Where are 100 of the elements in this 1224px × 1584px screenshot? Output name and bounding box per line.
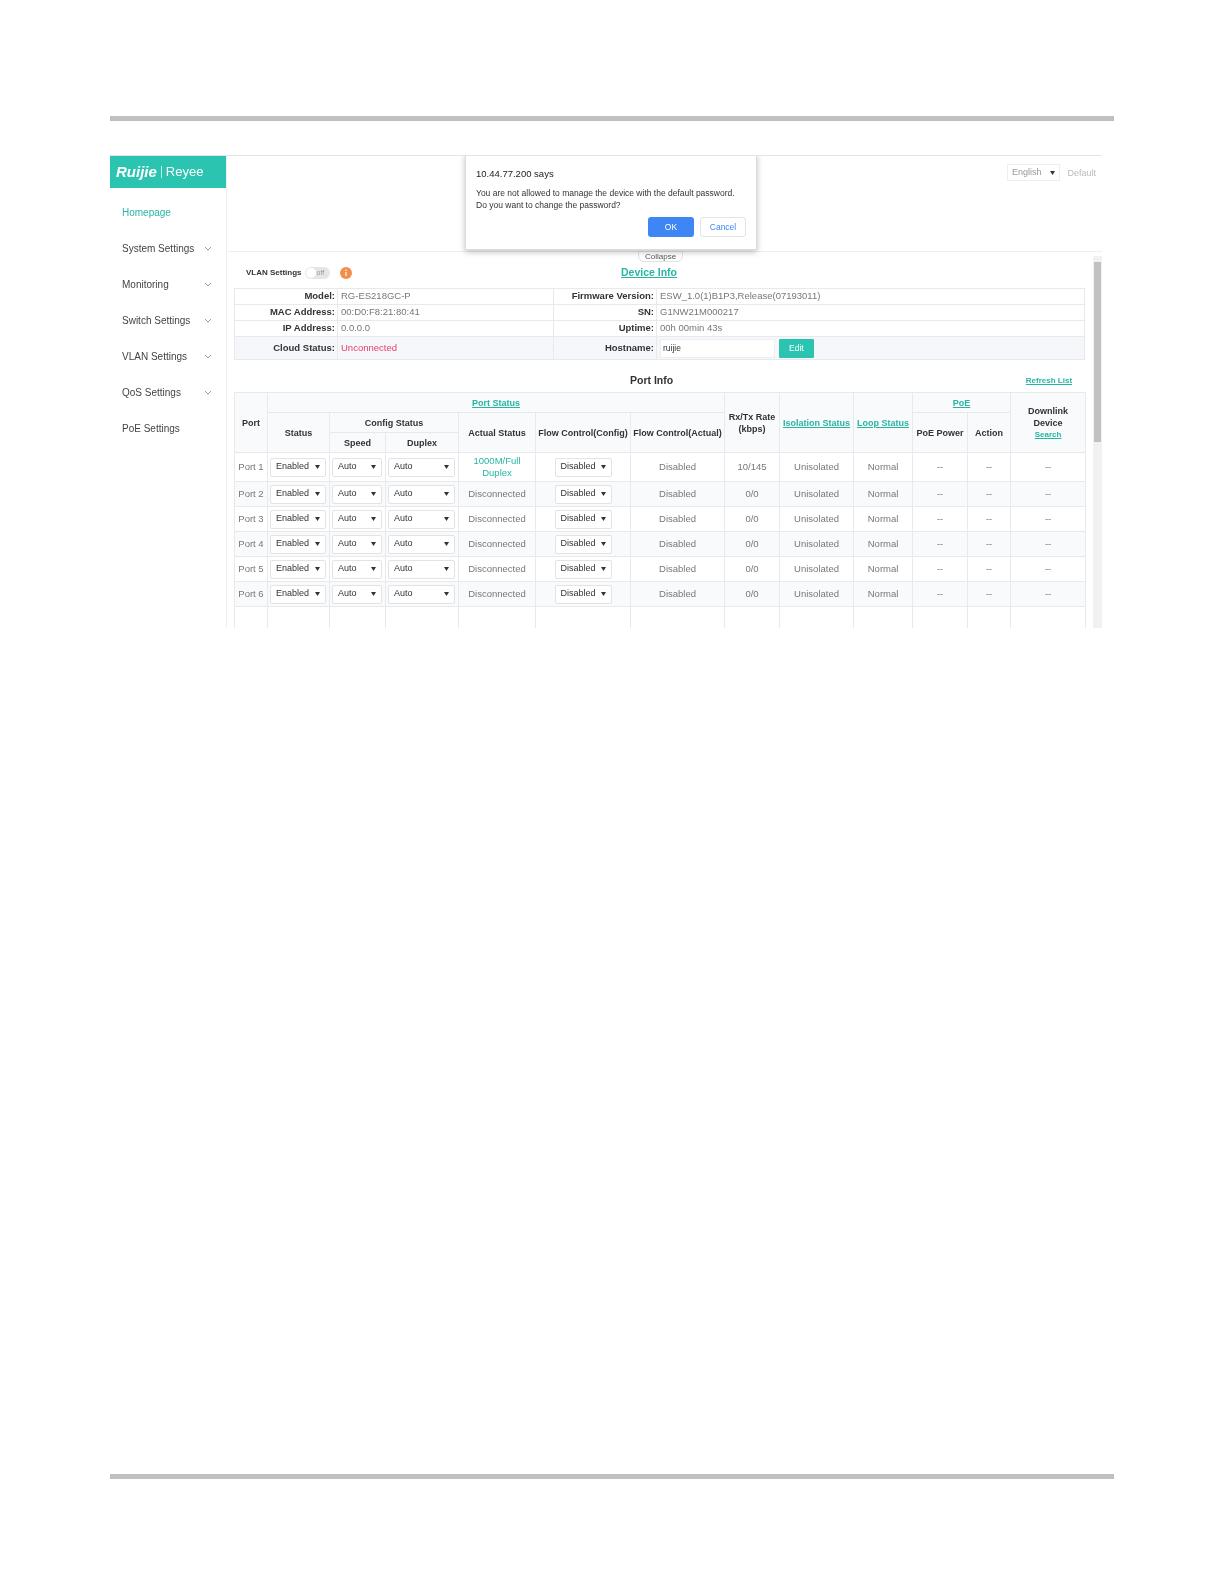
table-cell: Normal	[853, 452, 913, 482]
table-cell: Disconnected	[458, 481, 536, 507]
sidebar-item[interactable]: QoS Settings	[110, 374, 226, 410]
caret-icon	[444, 567, 449, 571]
caret-icon	[371, 592, 376, 596]
field-value: 00:D0:F8:21:80:41	[341, 306, 420, 318]
column-header: Port	[242, 417, 260, 428]
dropdown[interactable]: Auto	[332, 584, 382, 604]
table-cell: --	[967, 481, 1011, 507]
field-label: Cloud Status:	[234, 336, 338, 360]
column-header: Status	[284, 427, 313, 438]
field-label: IP Address:	[234, 320, 338, 337]
dropdown[interactable]: Disabled	[554, 457, 612, 477]
column-header: Duplex	[407, 437, 437, 448]
chevron-down-icon	[204, 281, 212, 287]
table-cell: Disconnected	[458, 506, 536, 532]
field-label: MAC Address:	[234, 304, 338, 321]
dialog-title: 10.44.77.200 says	[476, 167, 555, 181]
dropdown[interactable]: Enabled	[270, 509, 326, 529]
table-cell: --	[912, 556, 968, 582]
dropdown[interactable]: Enabled	[270, 559, 326, 579]
column-header: PoE Power	[916, 427, 964, 438]
table-cell: --	[967, 452, 1011, 482]
dropdown[interactable]: Auto	[332, 534, 382, 554]
column-header: Action	[975, 427, 1004, 438]
table-cell: --	[912, 452, 968, 482]
scrollbar[interactable]	[1093, 256, 1102, 628]
dropdown[interactable]: Disabled	[554, 534, 612, 554]
caret-icon	[315, 542, 320, 546]
dropdown[interactable]: Auto	[388, 484, 455, 504]
caret-icon	[444, 465, 449, 469]
sidebar-item[interactable]: Monitoring	[110, 266, 226, 302]
table-cell: Unisolated	[779, 556, 854, 582]
table-cell: Disconnected	[458, 531, 536, 557]
chevron-down-icon	[204, 317, 212, 323]
hostname-field[interactable]: ruijie	[660, 338, 775, 358]
caret-icon	[444, 517, 449, 521]
sidebar-item[interactable]: VLAN Settings	[110, 338, 226, 374]
info-icon[interactable]	[339, 267, 352, 279]
dialog-button[interactable]: OK	[648, 217, 694, 237]
table-cell: 10/145	[724, 452, 780, 482]
table-cell: 0/0	[724, 531, 780, 557]
table-cell: --	[1010, 481, 1086, 507]
table-cell: --	[1010, 452, 1086, 482]
collapse-tab[interactable]: Collapse	[638, 251, 684, 262]
table-cell: Port 6	[234, 581, 268, 607]
table-cell: 1000M/Full Duplex	[458, 452, 536, 482]
table-cell: --	[967, 581, 1011, 607]
table-cell: Normal	[853, 556, 913, 582]
table-cell: Unisolated	[779, 481, 854, 507]
dropdown[interactable]: Auto	[388, 534, 455, 554]
caret-icon	[444, 542, 449, 546]
table-cell: Disabled	[630, 481, 725, 507]
dropdown[interactable]: Disabled	[554, 584, 612, 604]
dropdown[interactable]: Auto	[388, 509, 455, 529]
table-cell: --	[967, 556, 1011, 582]
field-value: 00h 00min 43s	[660, 322, 723, 334]
caret-icon	[600, 492, 606, 496]
dropdown[interactable]: Disabled	[554, 484, 612, 504]
dropdown[interactable]: Enabled	[270, 584, 326, 604]
dropdown[interactable]: Enabled	[270, 534, 326, 554]
dropdown[interactable]: Enabled	[270, 457, 326, 477]
caret-icon	[371, 465, 376, 469]
table-cell: Unisolated	[779, 506, 854, 532]
dropdown[interactable]: Auto	[388, 559, 455, 579]
table-cell: Disabled	[630, 556, 725, 582]
sidebar-item[interactable]: PoE Settings	[110, 410, 226, 446]
sidebar-item[interactable]: System Settings	[110, 230, 226, 266]
field-label: SN:	[553, 304, 657, 321]
caret-icon	[315, 465, 320, 469]
table-cell: Unisolated	[779, 452, 854, 482]
table-cell: 0/0	[724, 481, 780, 507]
field-value: 0.0.0.0	[341, 322, 371, 334]
column-header: Config Status	[364, 417, 424, 428]
dropdown[interactable]: Disabled	[554, 509, 612, 529]
field-label: Firmware Version:	[553, 288, 657, 305]
dropdown[interactable]: Auto	[332, 509, 382, 529]
caret-icon	[600, 465, 606, 469]
table-cell: Unisolated	[779, 531, 854, 557]
sidebar-item[interactable]: Switch Settings	[110, 302, 226, 338]
column-header: Downlink Device	[1027, 404, 1070, 429]
table-cell: Disabled	[630, 506, 725, 532]
dropdown[interactable]: Auto	[388, 457, 455, 477]
table-cell: Disabled	[630, 581, 725, 607]
table-cell: Unisolated	[779, 581, 854, 607]
dropdown[interactable]: Enabled	[270, 484, 326, 504]
table-cell: Port 1	[234, 452, 268, 482]
dropdown[interactable]: Disabled	[554, 559, 612, 579]
column-header: Flow Control(Config)	[538, 427, 628, 438]
table-cell: Disconnected	[458, 556, 536, 582]
table-cell: Port 2	[234, 481, 268, 507]
dropdown[interactable]: Auto	[388, 584, 455, 604]
dropdown[interactable]: Auto	[332, 484, 382, 504]
caret-icon	[444, 492, 449, 496]
dropdown[interactable]: Auto	[332, 457, 382, 477]
dialog-button[interactable]: Cancel	[700, 217, 746, 237]
chevron-down-icon	[204, 245, 212, 251]
dropdown[interactable]: Auto	[332, 559, 382, 579]
table-cell: Disconnected	[458, 581, 536, 607]
dialog-message: You are not allowed to manage the device with the default password. Do you want to change the password?	[476, 187, 736, 212]
